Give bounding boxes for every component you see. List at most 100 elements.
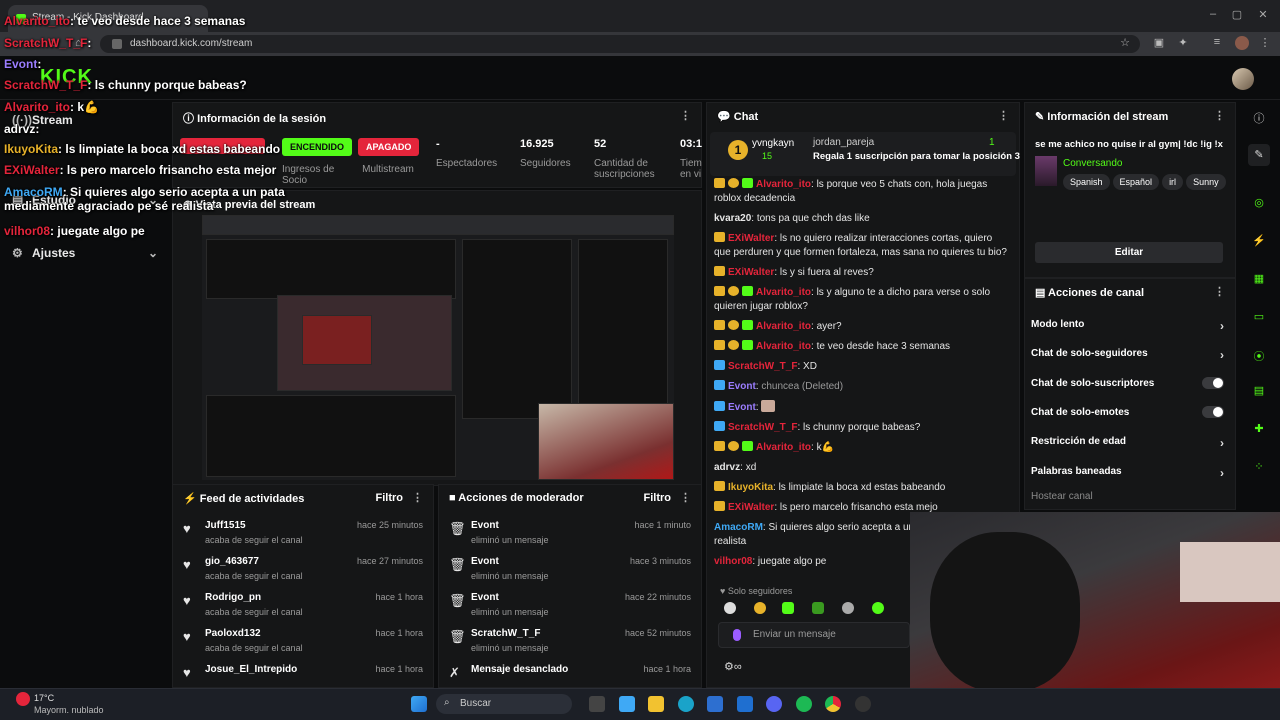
copilot-icon[interactable] xyxy=(619,696,635,712)
pinned-gift-banner[interactable]: 1 yvngkayn 15 jordan_pareja 1 Regala 1 s… xyxy=(710,132,1020,176)
chat-message[interactable]: Alvarito_ito: k💪 xyxy=(714,441,1014,455)
more-icon[interactable]: ⋮ xyxy=(680,109,691,122)
chat-input[interactable]: Enviar un mensaje xyxy=(718,622,910,648)
chat-message[interactable]: ScratchW_T_F: XD xyxy=(714,360,1014,374)
list-item[interactable]: 🗑 Evont eliminó un mensaje hace 1 minuto xyxy=(439,517,701,553)
filter-button[interactable]: Filtro xyxy=(376,492,404,504)
chat-message[interactable]: IkuyoKita: ls limpiate la boca xd estas … xyxy=(714,481,1014,495)
action-restriccion-edad[interactable]: Restricción de edad › xyxy=(1031,436,1226,456)
chat-user[interactable]: Evont xyxy=(728,402,756,413)
chat-user[interactable]: ScratchW_T_F xyxy=(728,422,797,433)
chat-settings-icon[interactable]: ⚙∞ xyxy=(724,660,742,673)
taskbar-search[interactable]: ⌕ Buscar xyxy=(436,694,572,714)
calendar-icon[interactable]: ▦ xyxy=(1248,268,1270,290)
emote-icon[interactable] xyxy=(782,602,794,614)
chat-user[interactable]: Alvarito_ito xyxy=(756,287,811,298)
store-icon[interactable] xyxy=(707,696,723,712)
list-item[interactable]: ♥ gio_463677 acaba de seguir el canal hace … xyxy=(173,553,433,589)
chat-user[interactable]: adrvz xyxy=(714,462,740,473)
spotify-icon[interactable] xyxy=(796,696,812,712)
toggle-switch[interactable] xyxy=(1202,377,1224,389)
more-icon[interactable]: ⋮ xyxy=(1214,285,1225,298)
chat-message[interactable]: kvara20: tons pa que chch das like xyxy=(714,212,1014,226)
obs-icon[interactable] xyxy=(855,696,871,712)
list-item[interactable]: ♥ Juff1515 acaba de seguir el canal hace 25… xyxy=(173,517,433,553)
pencil-icon[interactable]: ✎ xyxy=(1248,144,1270,166)
wrench-icon[interactable]: ✚ xyxy=(1248,418,1270,440)
profile-avatar[interactable] xyxy=(1235,36,1249,50)
maximize-icon[interactable]: ▢ xyxy=(1230,8,1244,22)
chat-user[interactable]: Alvarito_ito xyxy=(756,179,811,190)
more-icon[interactable]: ⋮ xyxy=(680,491,691,504)
windows-start-icon[interactable] xyxy=(411,696,427,712)
emote-icon[interactable] xyxy=(812,602,824,614)
bolt-icon[interactable]: ⚡ xyxy=(1248,230,1270,252)
extension-icon[interactable]: ▣ xyxy=(1152,36,1166,50)
minimize-icon[interactable]: – xyxy=(1206,8,1220,22)
action-solo-emotes[interactable]: Chat de solo-emotes xyxy=(1031,406,1226,427)
emote-icon[interactable] xyxy=(842,602,854,614)
puzzle-icon[interactable]: ✦ xyxy=(1176,36,1190,50)
more-icon[interactable]: ⋮ xyxy=(1214,109,1225,122)
chat-user[interactable]: ScratchW_T_F xyxy=(728,361,797,372)
discord-icon[interactable] xyxy=(766,696,782,712)
target-icon[interactable]: ◎ xyxy=(1248,192,1270,214)
chat-user[interactable]: EXiWalter xyxy=(728,233,774,244)
task-view-icon[interactable] xyxy=(589,696,605,712)
emote-icon[interactable] xyxy=(724,602,736,614)
bookmark-star-icon[interactable]: ☆ xyxy=(1118,36,1132,50)
chat-message[interactable]: Alvarito_ito: ls y alguno te a dicho par… xyxy=(714,286,1014,314)
chat-user[interactable]: Alvarito_ito xyxy=(756,442,811,453)
action-palabras-baneadas[interactable]: Palabras baneadas › xyxy=(1031,466,1226,486)
stream-preview-video[interactable] xyxy=(202,215,674,480)
chat-message[interactable]: EXiWalter: ls no quiero realizar interac… xyxy=(714,232,1014,260)
outlook-icon[interactable] xyxy=(737,696,753,712)
chat-user[interactable]: kvara20 xyxy=(714,213,751,224)
browser-menu-icon[interactable]: ⋮ xyxy=(1258,36,1272,50)
chat-user[interactable]: IkuyoKita xyxy=(728,482,773,493)
chat-user[interactable]: EXiWalter xyxy=(728,267,774,278)
file-explorer-icon[interactable] xyxy=(648,696,664,712)
media-icon[interactable]: ≡ xyxy=(1210,36,1224,50)
list-item[interactable]: ♥ Rodrigo_pn acaba de seguir el canal hace … xyxy=(173,589,433,625)
sidebar-item-ajustes[interactable]: ⚙ Ajustes ⌄ xyxy=(12,246,162,266)
microphone-icon[interactable] xyxy=(733,629,741,641)
info-icon[interactable]: ⓘ xyxy=(1248,106,1270,128)
chat-message[interactable]: Evont: xyxy=(714,400,1014,415)
more-icon[interactable]: ⋮ xyxy=(412,491,423,504)
list-item[interactable]: ♥ Paoloxd132 acaba de seguir el canal hace … xyxy=(173,625,433,661)
chat-user[interactable]: Alvarito_ito xyxy=(756,341,811,352)
filter-button[interactable]: Filtro xyxy=(644,492,672,504)
chat-user[interactable]: Alvarito_ito xyxy=(756,321,811,332)
close-icon[interactable]: ✕ xyxy=(1256,8,1270,22)
host-channel-button[interactable]: Hostear canal xyxy=(1031,491,1093,502)
chat-message[interactable]: Alvarito_ito: ls porque veo 5 chats con,… xyxy=(714,178,1014,206)
chat-message[interactable]: ScratchW_T_F: ls chunny porque babeas? xyxy=(714,421,1014,435)
layout-icon[interactable]: ▤ xyxy=(1248,380,1270,402)
list-item[interactable]: 🗑 Evont eliminó un mensaje hace 22 minutos xyxy=(439,589,701,625)
edge-icon[interactable] xyxy=(678,696,694,712)
chrome-icon[interactable] xyxy=(825,696,841,712)
action-modo-lento[interactable]: Modo lento › xyxy=(1031,319,1226,339)
chat-user[interactable]: AmacoRM xyxy=(714,522,763,533)
chat-user[interactable]: EXiWalter xyxy=(728,502,774,513)
chat-bubble-icon[interactable]: ▭ xyxy=(1248,306,1270,328)
more-apps-icon[interactable]: ⁘ xyxy=(1248,456,1270,478)
emote-icon[interactable] xyxy=(754,602,766,614)
chat-user[interactable]: Evont xyxy=(728,381,756,392)
stream-category[interactable]: Conversando xyxy=(1063,158,1122,169)
chat-message[interactable]: EXiWalter: ls y si fuera al reves? xyxy=(714,266,1014,280)
chat-user[interactable]: vilhor08 xyxy=(714,556,752,567)
toggle-switch[interactable] xyxy=(1202,406,1224,418)
list-item[interactable]: 🗑 Evont eliminó un mensaje hace 3 minutos xyxy=(439,553,701,589)
user-avatar[interactable] xyxy=(1232,68,1254,90)
broadcast-icon[interactable]: ⦿ xyxy=(1248,344,1270,366)
chat-message[interactable]: Alvarito_ito: te veo desde hace 3 semana… xyxy=(714,340,1014,354)
more-icon[interactable]: ⋮ xyxy=(998,109,1009,122)
action-solo-suscriptores[interactable]: Chat de solo-suscriptores xyxy=(1031,377,1226,398)
action-solo-seguidores[interactable]: Chat de solo-seguidores › xyxy=(1031,348,1226,368)
chat-message[interactable]: adrvz: xd xyxy=(714,461,1014,475)
weather-icon[interactable] xyxy=(16,692,30,706)
chat-message[interactable]: Alvarito_ito: ayer? xyxy=(714,320,1014,334)
chat-message[interactable]: Evont: chuncea (Deleted) xyxy=(714,380,1014,394)
